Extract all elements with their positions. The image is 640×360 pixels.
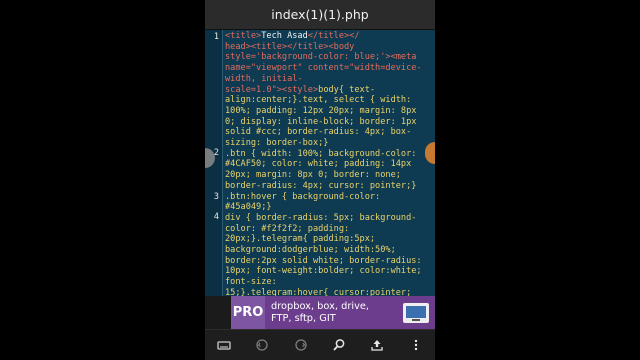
code-token: align:center;}.text, select { width:	[225, 95, 412, 106]
ad-line-1: dropbox, box, drive,	[271, 300, 370, 312]
code-token: 20px; margin: 8px 0; border: none;	[225, 170, 401, 181]
code-token: name="viewport" content="width=device-	[225, 63, 422, 74]
keyboard-button[interactable]	[213, 334, 235, 356]
line-number: 3	[213, 192, 219, 202]
upload-button[interactable]	[366, 334, 388, 356]
more-button[interactable]	[405, 334, 427, 356]
ad-text: dropbox, box, drive, FTP, sftp, GIT	[265, 301, 403, 325]
code-editor[interactable]: 1 2 3 4 <title>Tech Asad</title></ head>…	[205, 30, 435, 296]
upload-icon	[371, 340, 384, 351]
code-token: border:2px solid white; border-radius:	[225, 255, 422, 266]
code-token: 0; display: inline-block; border: 1px	[225, 116, 417, 127]
more-vert-icon	[414, 339, 417, 351]
ad-line-2: FTP, sftp, GIT	[271, 312, 336, 324]
code-token: style='background-color: blue;'><meta	[225, 52, 417, 63]
code-token: #4CAF50; color: white; padding: 14px	[225, 159, 412, 170]
code-token: border-radius: 4px; cursor: pointer;}	[225, 180, 417, 191]
code-text[interactable]: <title>Tech Asad</title></ head><title><…	[225, 31, 430, 296]
phone-screen: index(1)(1).php 1 2 3 4 <title>Tech Asad…	[205, 0, 435, 360]
undo-button[interactable]	[251, 334, 273, 356]
code-token: font-size:	[225, 277, 277, 288]
code-token: <title>	[225, 31, 262, 41]
code-token: 10px; font-weight:bolder; color:white;	[225, 266, 422, 277]
code-token: body{ text-	[318, 84, 376, 95]
line-number: 1	[213, 32, 219, 42]
code-token: 100%; padding: 12px 20px; margin: 8px	[225, 105, 417, 116]
code-token: 15;}.telegram:hover{ cursor:pointer;	[225, 287, 412, 296]
code-token: div { border-radius: 5px; background-	[225, 212, 417, 223]
bottom-toolbar	[205, 329, 435, 360]
ad-banner[interactable]: PRO dropbox, box, drive, FTP, sftp, GIT	[231, 296, 435, 329]
code-token: Tech Asad	[261, 31, 308, 41]
code-token: sizing: border-box;}	[225, 138, 329, 149]
code-token: solid #ccc; border-radius: 4px; box-	[225, 127, 412, 138]
search-button[interactable]	[328, 334, 350, 356]
line-number: 4	[213, 212, 219, 222]
code-token: width, initial-	[225, 73, 303, 84]
code-token: 20px;}.telegram{ padding:5px;	[225, 234, 376, 245]
code-token: background:dodgerblue; width:50%;	[225, 245, 396, 256]
code-token: color: #f2f2f2; padding:	[225, 223, 350, 234]
title-bar: index(1)(1).php	[205, 0, 435, 30]
code-token: scale=1.0"><style>	[225, 84, 319, 95]
monitor-icon	[403, 302, 429, 323]
code-token: </title></	[307, 31, 360, 41]
undo-icon	[256, 339, 269, 351]
keyboard-icon	[217, 341, 231, 350]
pro-badge: PRO	[231, 296, 265, 329]
code-token: #45a049;}	[225, 202, 272, 213]
code-token: .btn:hover { background-color:	[225, 191, 381, 202]
file-title: index(1)(1).php	[271, 7, 369, 22]
code-token: head><title></title><body	[225, 41, 355, 52]
redo-icon	[295, 339, 307, 351]
redo-button[interactable]	[290, 334, 312, 356]
code-token: .btn { width: 100%; background-color:	[225, 148, 417, 159]
search-icon	[333, 339, 345, 351]
